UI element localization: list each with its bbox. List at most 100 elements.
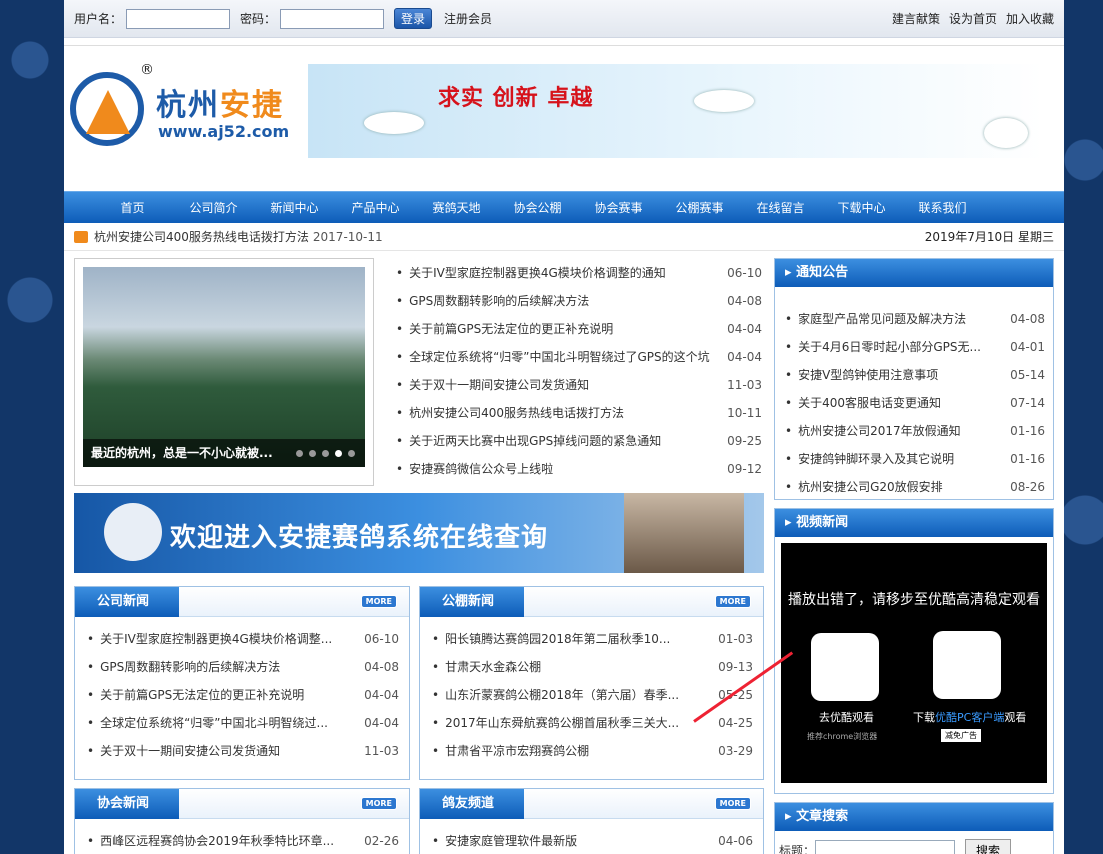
watch-youku-link[interactable]: 去优酷观看: [819, 709, 874, 725]
ad-free-button[interactable]: 减免广告: [941, 729, 981, 742]
top-login-bar: 用户名： 密码： 登录 注册会员 建言献策 设为首页 加入收藏: [64, 0, 1064, 38]
list-item[interactable]: 全球定位系统将“归零”中国北斗明智绕过了GPS的这个坑04-04: [396, 343, 762, 371]
dove-icon: [694, 90, 754, 112]
list-item[interactable]: 甘肃省平凉市宏翔赛鸽公棚03-29: [432, 737, 753, 765]
slide-dot[interactable]: [296, 450, 303, 457]
nav-assoc-races[interactable]: 协会赛事: [578, 192, 659, 224]
assoc-news-panel: 协会新闻 MORE 西峰区远程赛鸽协会2019年秋季特比环章...02-26: [74, 788, 410, 854]
logo-triangle: [86, 90, 130, 134]
nav-home[interactable]: 首页: [92, 192, 173, 224]
slide-image[interactable]: 最近的杭州，总是一不小心就被...: [83, 267, 365, 467]
title-label: 标题：: [779, 844, 816, 854]
list-item[interactable]: 阳长镇腾达赛鸽园2018年第二届秋季10...01-03: [432, 625, 753, 653]
more-button[interactable]: MORE: [714, 595, 751, 608]
more-button[interactable]: MORE: [714, 797, 751, 810]
slide-dot[interactable]: [348, 450, 355, 457]
list-item[interactable]: 安捷V型鸽钟使用注意事项05-14: [785, 361, 1045, 389]
register-link[interactable]: 注册会员: [444, 10, 492, 27]
list-item[interactable]: 关于前篇GPS无法定位的更正补充说明04-04: [396, 315, 762, 343]
login-button[interactable]: 登录: [394, 8, 433, 29]
nav-products[interactable]: 产品中心: [335, 192, 416, 224]
registered-mark: ®: [140, 62, 154, 78]
list-item[interactable]: 关于IV型家庭控制器更换4G模块价格调整...06-10: [87, 625, 399, 653]
list-item[interactable]: 安捷赛鸽微信公众号上线啦09-12: [396, 455, 762, 483]
friends-list: 安捷家庭管理软件最新版04-06: [420, 819, 763, 854]
speaker-icon: [74, 230, 88, 243]
banner-photo: [624, 493, 744, 573]
list-item[interactable]: 关于双十一期间安捷公司发货通知11-03: [396, 371, 762, 399]
nav-downloads[interactable]: 下载中心: [821, 192, 902, 224]
brand-url: www.aj52.com: [158, 122, 290, 141]
add-favorite-link[interactable]: 加入收藏: [1006, 10, 1054, 27]
list-item[interactable]: GPS周数翻转影响的后续解决方法04-08: [396, 287, 762, 315]
panel-title: 公棚新闻: [420, 587, 524, 617]
nav-guestbook[interactable]: 在线留言: [740, 192, 821, 224]
list-item[interactable]: 安捷鸽钟脚环录入及其它说明01-16: [785, 445, 1045, 473]
notice-panel-title: 通知公告: [775, 259, 1053, 287]
video-panel-title: 视频新闻: [775, 509, 1053, 537]
list-item[interactable]: 山东沂蒙赛鸽公棚2018年（第六届）春季...05-25: [432, 681, 753, 709]
dove-icon: [984, 118, 1028, 148]
slide-dot[interactable]: [335, 450, 342, 457]
nav-contact[interactable]: 联系我们: [902, 192, 983, 224]
list-item[interactable]: 全球定位系统将“归零”中国北斗明智绕过...04-04: [87, 709, 399, 737]
more-button[interactable]: MORE: [360, 595, 397, 608]
panel-title: 公司新闻: [75, 587, 179, 617]
list-item[interactable]: GPS周数翻转影响的后续解决方法04-08: [87, 653, 399, 681]
more-button[interactable]: MORE: [360, 797, 397, 810]
list-item[interactable]: 关于近两天比赛中出现GPS掉线问题的紧急通知09-25: [396, 427, 762, 455]
list-item[interactable]: 关于4月6日零时起小部分GPS无...04-01: [785, 333, 1045, 361]
slide-dots: [296, 450, 355, 457]
notice-date: 2017-10-11: [312, 229, 383, 244]
list-item[interactable]: 安捷家庭管理软件最新版04-06: [432, 827, 753, 854]
chrome-recommend: 推荐chrome浏览器: [807, 732, 878, 741]
slogan: 求实 创新 卓越: [438, 86, 594, 111]
notice-link[interactable]: 杭州安捷公司400服务热线电话拨打方法: [94, 228, 309, 245]
notice-list: 家庭型产品常见问题及解决方法04-08 关于4月6日零时起小部分GPS无...0…: [775, 287, 1053, 501]
header-banner: ® 杭州安捷 www.aj52.com 求实 创新 卓越: [64, 45, 1064, 191]
password-input[interactable]: [280, 8, 385, 29]
list-item[interactable]: 关于IV型家庭控制器更换4G模块价格调整的通知06-10: [396, 259, 762, 287]
main-news-list: 关于IV型家庭控制器更换4G模块价格调整的通知06-10 GPS周数翻转影响的后…: [396, 259, 762, 483]
search-input[interactable]: [815, 839, 956, 854]
set-homepage-link[interactable]: 设为首页: [949, 10, 997, 27]
nav-news[interactable]: 新闻中心: [254, 192, 335, 224]
video-error-message: 播放出错了，请移步至优酷高清稳定观看: [788, 592, 1040, 608]
nav-loft-races[interactable]: 公棚赛事: [659, 192, 740, 224]
list-item[interactable]: 杭州安捷公司G20放假安排08-26: [785, 473, 1045, 501]
list-item[interactable]: 关于双十一期间安捷公司发货通知11-03: [87, 737, 399, 765]
youku-icon[interactable]: [933, 631, 1001, 699]
assoc-news-list: 西峰区远程赛鸽协会2019年秋季特比环章...02-26: [75, 819, 409, 854]
list-item[interactable]: 关于前篇GPS无法定位的更正补充说明04-04: [87, 681, 399, 709]
suggest-link[interactable]: 建言献策: [892, 10, 940, 27]
chrome-icon[interactable]: [811, 633, 879, 701]
list-item[interactable]: 杭州安捷公司2017年放假通知01-16: [785, 417, 1045, 445]
slide-dot[interactable]: [322, 450, 329, 457]
list-item[interactable]: 关于400客服电话变更通知07-14: [785, 389, 1045, 417]
search-button[interactable]: 搜索: [965, 839, 1012, 854]
video-player[interactable]: 播放出错了，请移步至优酷高清稳定观看 去优酷观看 推荐chrome浏览器 下载优…: [781, 543, 1047, 783]
list-item[interactable]: 杭州安捷公司400服务热线电话拨打方法10-11: [396, 399, 762, 427]
list-item[interactable]: 甘肃天水金森公棚09-13: [432, 653, 753, 681]
main-nav: 首页 公司简介 新闻中心 产品中心 赛鸽天地 协会公棚 协会赛事 公棚赛事 在线…: [64, 191, 1064, 223]
search-panel: 文章搜索 标题： 搜索: [774, 802, 1054, 854]
nav-about[interactable]: 公司简介: [173, 192, 254, 224]
pigeon-icon: [104, 503, 162, 561]
photo-slider: 最近的杭州，总是一不小心就被...: [74, 258, 374, 486]
username-input[interactable]: [126, 8, 231, 29]
list-item[interactable]: 西峰区远程赛鸽协会2019年秋季特比环章...02-26: [87, 827, 399, 854]
welcome-banner[interactable]: 欢迎进入安捷赛鸽系统在线查询: [74, 493, 764, 573]
search-row: 标题： 搜索: [775, 831, 1053, 854]
search-panel-title: 文章搜索: [775, 803, 1053, 831]
friends-panel: 鸽友频道 MORE 安捷家庭管理软件最新版04-06: [419, 788, 764, 854]
company-news-list: 关于IV型家庭控制器更换4G模块价格调整...06-10 GPS周数翻转影响的后…: [75, 617, 409, 765]
loft-news-list: 阳长镇腾达赛鸽园2018年第二届秋季10...01-03 甘肃天水金森公棚09-…: [420, 617, 763, 765]
download-client-link[interactable]: 下载优酷PC客户端观看: [913, 709, 1026, 725]
nav-pigeon-world[interactable]: 赛鸽天地: [416, 192, 497, 224]
loft-news-panel: 公棚新闻 MORE 阳长镇腾达赛鸽园2018年第二届秋季10...01-03 甘肃…: [419, 586, 764, 780]
list-item[interactable]: 家庭型产品常见问题及解决方法04-08: [785, 305, 1045, 333]
nav-lofts[interactable]: 协会公棚: [497, 192, 578, 224]
slide-dot[interactable]: [309, 450, 316, 457]
panel-title: 协会新闻: [75, 789, 179, 819]
today-date: 2019年7月10日 星期三: [924, 230, 1054, 244]
